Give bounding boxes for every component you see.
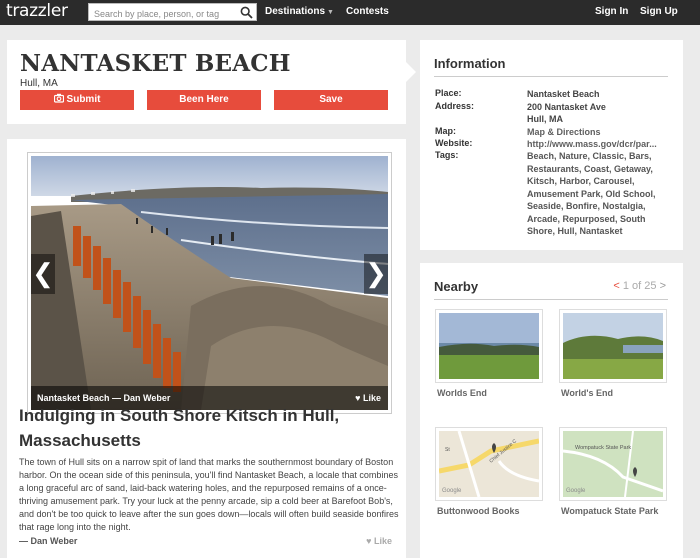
article-title: Indulging in South Shore Kitsch in Hull,… xyxy=(19,406,340,450)
information-card: Information Place: Nantasket Beach Addre… xyxy=(420,40,683,250)
map-image: Chief Justice C St Google xyxy=(439,431,539,497)
search-box xyxy=(88,3,257,22)
nav-destinations-label: Destinations xyxy=(265,6,326,17)
map-image: Wompatuck State Park Google xyxy=(563,431,663,497)
place-location: Hull, MA xyxy=(20,78,58,89)
pager-next-button[interactable]: > xyxy=(660,280,666,292)
nearby-card: Nearby < 1 of 25 > Worlds End World's En… xyxy=(420,263,683,558)
landscape-image xyxy=(563,313,663,379)
nearby-name[interactable]: Wompatuck State Park xyxy=(561,505,671,517)
place-value: Nantasket Beach xyxy=(527,89,600,99)
landscape-image xyxy=(439,313,539,379)
search-icon[interactable] xyxy=(240,6,253,19)
heart-icon: ♥ xyxy=(355,393,361,403)
divider xyxy=(434,76,668,77)
address-line-1: 200 Nantasket Ave xyxy=(527,102,606,112)
photo-next-arrow[interactable]: ❯ xyxy=(364,254,388,294)
nearby-name[interactable]: World's End xyxy=(561,387,671,399)
article-like-label: Like xyxy=(373,536,392,546)
search-input[interactable] xyxy=(89,6,237,22)
heart-icon: ♥ xyxy=(366,536,372,546)
map-park-label: Wompatuck State Park xyxy=(575,445,631,451)
divider xyxy=(434,299,668,300)
trazzler-logo[interactable]: trazzler xyxy=(6,1,68,21)
article-card: ❮ ❯ Nantasket Beach — Dan Weber ♥ Like I… xyxy=(7,139,406,558)
photo-prev-arrow[interactable]: ❮ xyxy=(31,254,55,294)
top-navigation-bar: trazzler Destinations▼ Contests Sign In … xyxy=(0,0,700,25)
nearby-thumb-worlds-end[interactable] xyxy=(435,309,543,383)
tags-list[interactable]: Beach, Nature, Classic, Bars, Restaurant… xyxy=(527,150,673,238)
information-heading: Information xyxy=(434,56,506,71)
photo-like-label: Like xyxy=(362,393,381,403)
address-line-2: Hull, MA xyxy=(527,114,563,124)
nearby-thumb-wompatuck-state-park[interactable]: Wompatuck State Park Google xyxy=(559,427,667,501)
address-label: Address: xyxy=(435,101,475,111)
google-logo: Google xyxy=(566,488,586,494)
website-link[interactable]: http://www.mass.gov/dcr/par... xyxy=(527,138,673,151)
chevron-down-icon: ▼ xyxy=(327,9,334,16)
nav-destinations[interactable]: Destinations ▼ xyxy=(265,6,334,17)
nearby-pager: < 1 of 25 > xyxy=(613,280,666,292)
map-directions-link[interactable]: Map & Directions xyxy=(527,126,673,139)
save-button[interactable]: Save xyxy=(274,90,388,110)
sign-in-link[interactable]: Sign In xyxy=(595,6,628,17)
been-here-button[interactable]: Been Here xyxy=(147,90,261,110)
nearby-name[interactable]: Worlds End xyxy=(437,387,547,399)
article-byline[interactable]: — Dan Weber xyxy=(19,536,77,546)
map-street-label: St xyxy=(445,447,450,453)
nearby-thumb-buttonwood-books[interactable]: Chief Justice C St Google xyxy=(435,427,543,501)
website-label: Website: xyxy=(435,138,473,148)
submit-button[interactable]: Submit xyxy=(20,90,134,110)
article-body: The town of Hull sits on a narrow spit o… xyxy=(19,457,399,532)
photo-carousel: ❮ ❯ Nantasket Beach — Dan Weber ♥ Like xyxy=(27,152,392,414)
place-header-card: NANTASKET BEACH Hull, MA Submit Been Her… xyxy=(7,40,416,124)
sign-up-link[interactable]: Sign Up xyxy=(640,6,678,17)
tags-label: Tags: xyxy=(435,150,459,160)
nav-contests[interactable]: Contests xyxy=(346,6,389,17)
google-logo: Google xyxy=(442,488,462,494)
camera-icon xyxy=(53,93,64,103)
submit-label: Submit xyxy=(66,94,101,105)
nearby-name[interactable]: Buttonwood Books xyxy=(437,505,547,517)
page-title: NANTASKET BEACH xyxy=(20,50,291,77)
article-like-button[interactable]: ♥ Like xyxy=(366,536,392,546)
logo-text: trazzler xyxy=(6,1,68,21)
pager-prev-button[interactable]: < xyxy=(613,280,619,292)
place-label: Place: xyxy=(435,88,462,98)
nearby-thumb-worlds-end-2[interactable] xyxy=(559,309,667,383)
beach-photo xyxy=(31,156,388,410)
map-label: Map: xyxy=(435,126,456,136)
pager-count: 1 of 25 xyxy=(622,280,657,292)
nearby-heading: Nearby xyxy=(434,279,479,294)
